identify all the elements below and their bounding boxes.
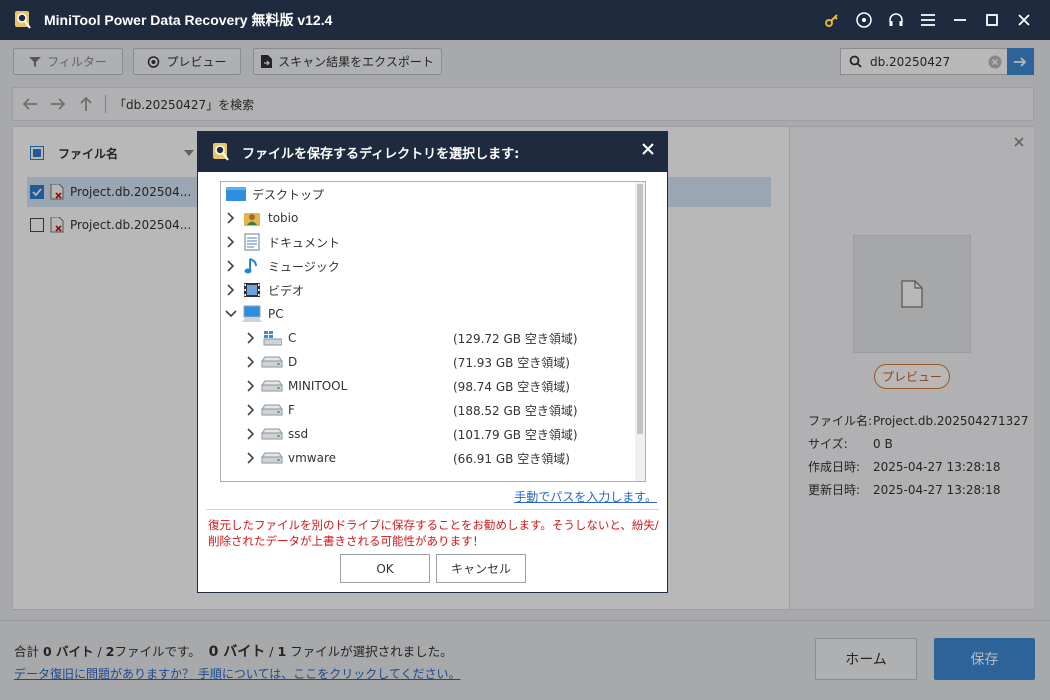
- expand-right-icon[interactable]: [243, 428, 259, 440]
- maximize-icon[interactable]: [976, 0, 1008, 40]
- disc-icon[interactable]: [848, 0, 880, 40]
- tree-item-label: ドキュメント: [268, 235, 341, 250]
- expand-right-icon[interactable]: [223, 212, 239, 224]
- manual-path-link[interactable]: 手動でパスを入力します。: [514, 488, 657, 505]
- expand-right-icon[interactable]: [243, 332, 259, 344]
- tree-item[interactable]: ssd (101.79 GB 空き領域): [221, 422, 631, 446]
- free-space-label: (129.72 GB 空き領域): [453, 331, 578, 346]
- tree-item[interactable]: PC: [221, 302, 631, 326]
- tree-item[interactable]: D (71.93 GB 空き領域): [221, 350, 631, 374]
- tree-item-label: MINITOOL: [288, 379, 348, 393]
- dialog-header: ファイルを保存するディレクトリを選択します:: [198, 132, 667, 172]
- free-space-label: (101.79 GB 空き領域): [453, 427, 578, 442]
- drive-icon: [261, 423, 283, 445]
- music-icon: [241, 255, 263, 277]
- ok-button[interactable]: OK: [340, 554, 430, 583]
- free-space-label: (71.93 GB 空き領域): [453, 355, 570, 370]
- drive-icon: [261, 399, 283, 421]
- app-logo-icon: [15, 11, 31, 29]
- close-dialog-icon[interactable]: [641, 142, 655, 156]
- tree-item-label: デスクトップ: [252, 187, 325, 202]
- windows-drive-icon: [261, 327, 283, 349]
- free-space-label: (188.52 GB 空き領域): [453, 403, 578, 418]
- user-folder-icon: [241, 207, 263, 229]
- overwrite-warning: 復元したファイルを別のドライブに保存することをお勧めします。そうしないと、紛失/…: [208, 518, 659, 548]
- expand-right-icon[interactable]: [223, 260, 239, 272]
- headset-icon[interactable]: [880, 0, 912, 40]
- tree-item[interactable]: ミュージック: [221, 254, 631, 278]
- close-window-icon[interactable]: [1008, 0, 1040, 40]
- tree-item[interactable]: C (129.72 GB 空き領域): [221, 326, 631, 350]
- dialog-divider: [206, 509, 659, 510]
- menu-icon[interactable]: [912, 0, 944, 40]
- tree-item[interactable]: ビデオ: [221, 278, 631, 302]
- tree-item-label: D: [288, 355, 298, 369]
- expand-right-icon[interactable]: [223, 284, 239, 296]
- drive-icon: [261, 375, 283, 397]
- expand-right-icon[interactable]: [243, 356, 259, 368]
- expand-right-icon[interactable]: [223, 236, 239, 248]
- directory-tree[interactable]: デスクトップ tobio ドキュメント ミュージック ビデオ PC C (129.72 GB …: [220, 181, 646, 482]
- dialog-title: ファイルを保存するディレクトリを選択します:: [242, 146, 520, 162]
- documents-icon: [241, 231, 263, 253]
- drive-icon: [261, 447, 283, 469]
- app-logo-icon: [213, 143, 229, 161]
- drive-icon: [261, 351, 283, 373]
- free-space-label: (66.91 GB 空き領域): [453, 451, 570, 466]
- tree-item-label: vmware: [288, 451, 337, 465]
- title-bar: MiniTool Power Data Recovery 無料版 v12.4: [0, 0, 1050, 40]
- cancel-button[interactable]: キャンセル: [436, 554, 526, 583]
- expand-down-icon[interactable]: [223, 310, 239, 318]
- tree-item-label: PC: [268, 307, 284, 321]
- desktop-icon: [225, 183, 247, 205]
- video-icon: [241, 279, 263, 301]
- expand-right-icon[interactable]: [243, 380, 259, 392]
- tree-item-label: ミュージック: [268, 259, 340, 274]
- expand-right-icon[interactable]: [243, 452, 259, 464]
- tree-item-label: F: [288, 403, 295, 417]
- scrollbar-thumb[interactable]: [637, 184, 643, 434]
- tree-item-label: ssd: [288, 427, 309, 441]
- tree-item[interactable]: ドキュメント: [221, 230, 631, 254]
- free-space-label: (98.74 GB 空き領域): [453, 379, 570, 394]
- key-icon[interactable]: [816, 0, 848, 40]
- app-title: MiniTool Power Data Recovery 無料版 v12.4: [44, 12, 333, 28]
- tree-item[interactable]: MINITOOL (98.74 GB 空き領域): [221, 374, 631, 398]
- tree-item-label: C: [288, 331, 297, 345]
- pc-icon: [241, 303, 263, 325]
- expand-right-icon[interactable]: [243, 404, 259, 416]
- save-directory-dialog: ファイルを保存するディレクトリを選択します: デスクトップ tobio ドキュメント…: [197, 131, 668, 593]
- tree-item-label: ビデオ: [268, 283, 305, 298]
- tree-item[interactable]: tobio: [221, 206, 631, 230]
- tree-item-label: tobio: [268, 211, 299, 225]
- minimize-icon[interactable]: [944, 0, 976, 40]
- tree-item[interactable]: vmware (66.91 GB 空き領域): [221, 446, 631, 470]
- tree-item[interactable]: デスクトップ: [221, 182, 631, 206]
- tree-item[interactable]: F (188.52 GB 空き領域): [221, 398, 631, 422]
- tree-scrollbar[interactable]: [635, 182, 645, 481]
